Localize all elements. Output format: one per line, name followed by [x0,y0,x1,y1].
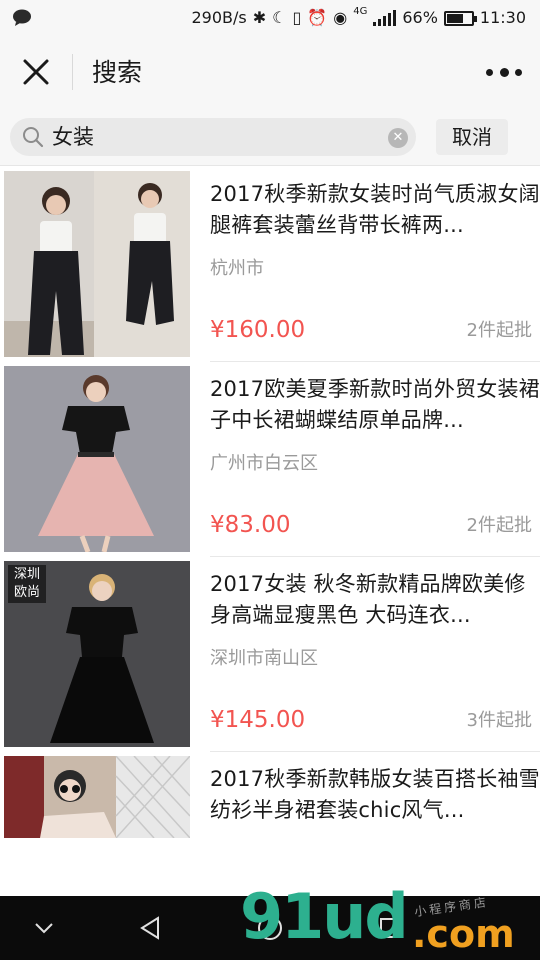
page-title: 搜索 [92,58,143,87]
eye-icon: ◉ [333,8,348,27]
clear-icon[interactable]: ✕ [388,128,408,148]
search-icon [23,127,44,148]
close-icon[interactable] [20,56,52,88]
product-image[interactable] [4,366,190,552]
product-badge: 深圳 欧尚 [8,565,46,603]
product-location: 杭州市 [210,258,264,279]
product-price: ¥83.00 [210,512,291,538]
vibrate-icon: ▯ [292,8,302,27]
cancel-button[interactable]: 取消 [436,119,508,155]
network-speed: 290B/s [191,8,247,27]
product-price: ¥145.00 [210,707,306,733]
product-title[interactable]: 2017秋季新款女装时尚气质淑女阔腿裤套装蕾丝背带长裤两... [210,179,540,241]
product-title[interactable]: 2017欧美夏季新款时尚外贸女装裙子中长裙蝴蝶结原单品牌... [210,374,540,436]
back-chevron-icon[interactable] [28,912,60,944]
product-info: 2017秋季新款女装时尚气质淑女阔腿裤套装蕾丝背带长裤两... 杭州市 ¥160… [210,171,540,362]
clock-time: 11:30 [479,8,526,27]
nav-divider [72,54,73,90]
battery-icon [443,10,477,26]
product-moq: 2件起批 [466,320,532,341]
watermark-suffix: .com [412,912,515,956]
watermark-logo: 91ud [240,880,409,953]
product-price: ¥160.00 [210,317,306,343]
back-triangle-icon[interactable] [134,912,166,944]
search-bar: 女装 ✕ 取消 [0,110,540,166]
product-location: 深圳市南山区 [210,648,318,669]
list-item[interactable]: 2017秋季新款女装时尚气质淑女阔腿裤套装蕾丝背带长裤两... 杭州市 ¥160… [0,166,540,362]
nav-bar: 搜索 [0,36,540,110]
product-moq: 2件起批 [466,515,532,536]
product-location: 广州市白云区 [210,453,318,474]
signal-icon [373,10,397,26]
product-title[interactable]: 2017秋季新款韩版女装百搭长袖雪纺衫半身裙套装chic风气... [210,764,540,826]
product-image[interactable] [4,756,190,838]
product-moq: 3件起批 [466,710,532,731]
bluetooth-icon: ✱ [252,8,267,27]
search-query[interactable]: 女装 [52,118,94,156]
list-item[interactable]: 2017欧美夏季新款时尚外贸女装裙子中长裙蝴蝶结原单品牌... 广州市白云区 ¥… [0,361,540,557]
more-dots-icon[interactable] [486,62,522,82]
list-item[interactable]: 深圳 欧尚 2017女装 秋冬新款精品牌欧美修身高端显瘦黑色 大码连衣... 深圳… [0,556,540,752]
product-info: 2017欧美夏季新款时尚外贸女装裙子中长裙蝴蝶结原单品牌... 广州市白云区 ¥… [210,366,540,557]
search-input[interactable]: 女装 ✕ [10,118,416,156]
product-info: 2017女装 秋冬新款精品牌欧美修身高端显瘦黑色 大码连衣... 深圳市南山区 … [210,561,540,752]
network-type: 4G [353,6,368,17]
product-image[interactable]: 深圳 欧尚 [4,561,190,747]
alarm-icon: ⏰ [307,8,328,27]
moon-icon: ☾ [272,8,287,27]
product-image[interactable] [4,171,190,357]
product-title[interactable]: 2017女装 秋冬新款精品牌欧美修身高端显瘦黑色 大码连衣... [210,569,540,631]
battery-percent: 66% [402,8,438,27]
chat-bubble-icon [13,9,31,26]
status-bar: 290B/s ✱ ☾ ▯ ⏰ ◉ 4G 66% 11:30 [0,0,540,36]
